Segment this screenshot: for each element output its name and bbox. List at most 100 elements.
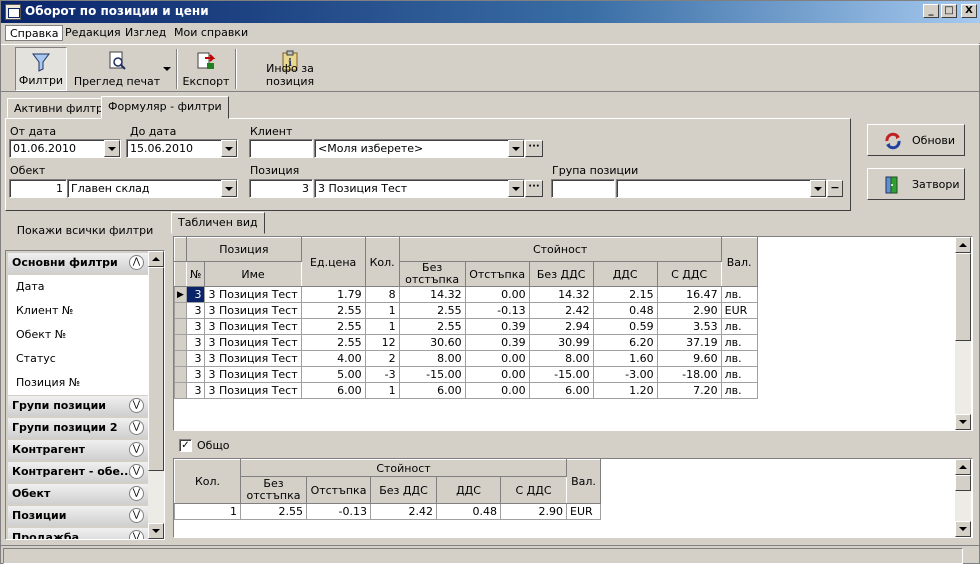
object-code-field[interactable]: 1 (9, 179, 67, 198)
position-select[interactable]: 3 Позиция Тест (314, 179, 525, 198)
totals-header-discount[interactable]: Отстъпка (306, 476, 371, 504)
row-indicator[interactable] (174, 366, 187, 383)
group-clear-button[interactable]: − (827, 180, 843, 197)
menu-view[interactable]: Изглед (121, 25, 170, 41)
row-indicator[interactable] (174, 350, 187, 367)
table-row[interactable]: 33 Позиция Тест 2.55 1 2.55 -0.13 2.42 0.48 2.9… (174, 302, 758, 319)
filter-tree-scrollbar[interactable] (148, 251, 164, 539)
scroll-up-arrow[interactable] (955, 237, 971, 253)
object-dropdown[interactable] (221, 180, 237, 197)
filter-group-contractor[interactable]: Контрагент ⋁ (8, 440, 148, 460)
table-row[interactable]: ▶ 3 3 Позиция Тест 1.79 8 14.32 0.00 14.32 2.15 1… (174, 286, 758, 303)
row-indicator[interactable] (174, 318, 187, 335)
close-button[interactable]: Затвори (867, 168, 965, 200)
totals-header-vat[interactable]: ДДС (436, 476, 501, 504)
table-row[interactable]: 33 Позиция Тест 2.55 1 2.55 0.39 2.94 0.59 3.53… (174, 318, 758, 335)
totals-header-with-vat[interactable]: С ДДС (500, 476, 567, 504)
chevron-down-icon[interactable]: ⋁ (129, 398, 144, 413)
totals-row[interactable]: 1 2.55 -0.13 2.42 0.48 2.90 EUR (174, 503, 601, 520)
scroll-thumb[interactable] (148, 267, 164, 471)
totals-header-currency[interactable]: Вал. (566, 459, 601, 504)
totals-header-qty[interactable]: Кол. (174, 459, 241, 504)
table-row[interactable]: 33 Позиция Тест 4.00 2 8.00 0.00 8.00 1.60 9.60… (174, 350, 758, 367)
filter-item-client-no[interactable]: Клиент № (8, 299, 148, 323)
object-select[interactable]: Главен склад (67, 179, 238, 198)
filter-group-main[interactable]: Основни филтри ⋀ (8, 253, 148, 273)
filters-button[interactable]: Филтри (15, 47, 67, 91)
row-indicator[interactable] (174, 302, 187, 319)
filter-group-position-groups-2[interactable]: Групи позиции 2 ⋁ (8, 418, 148, 438)
chevron-up-icon[interactable]: ⋀ (129, 255, 144, 270)
from-date-dropdown[interactable] (104, 140, 120, 157)
group-select[interactable] (616, 179, 827, 198)
client-code-field[interactable] (249, 139, 313, 158)
minimize-button[interactable]: _ (923, 4, 939, 18)
scroll-thumb[interactable] (955, 253, 971, 341)
show-all-filters-button[interactable]: Покажи всички филтри (5, 214, 165, 248)
to-date-dropdown[interactable] (221, 140, 237, 157)
table-row[interactable]: 33 Позиция Тест 6.00 1 6.00 0.00 6.00 1.20 7.20… (174, 382, 758, 399)
scroll-up-arrow[interactable] (955, 459, 971, 475)
tab-table-view[interactable]: Табличен вид (171, 212, 265, 234)
filter-group-object[interactable]: Обект ⋁ (8, 484, 148, 504)
header-no-vat[interactable]: Без ДДС (528, 261, 594, 287)
client-select[interactable]: <Моля изберете> (314, 139, 525, 158)
menu-my-reports[interactable]: Мои справки (170, 25, 252, 41)
group-dropdown[interactable] (810, 180, 826, 197)
print-dropdown-arrow[interactable] (161, 47, 173, 91)
header-unit-price[interactable]: Ед.цена (300, 237, 366, 287)
position-code-field[interactable]: 3 (249, 179, 313, 198)
filter-group-position-groups[interactable]: Групи позиции ⋁ (8, 396, 148, 416)
filter-item-date[interactable]: Дата (8, 275, 148, 299)
chevron-down-icon[interactable]: ⋁ (129, 420, 144, 435)
header-currency[interactable]: Вал. (720, 237, 758, 287)
filter-item-object-no[interactable]: Обект № (8, 323, 148, 347)
position-info-button[interactable]: i Инфо за позиция (241, 47, 339, 91)
maximize-button[interactable]: □ (941, 4, 957, 18)
totals-checkbox[interactable]: ✓ (179, 439, 192, 452)
client-dropdown[interactable] (508, 140, 524, 157)
chevron-down-icon[interactable]: ⋁ (129, 508, 144, 523)
row-indicator[interactable] (174, 382, 187, 399)
totals-header-no-discount[interactable]: Без отстъпка (240, 476, 307, 504)
header-with-vat[interactable]: С ДДС (656, 261, 722, 287)
header-name[interactable]: Име (204, 261, 302, 287)
group-code-field[interactable] (551, 179, 615, 198)
chevron-down-icon[interactable]: ⋁ (129, 530, 144, 539)
menu-report[interactable]: Справка (5, 25, 64, 41)
table-row[interactable]: 33 Позиция Тест 2.55 12 30.60 0.39 30.99 6.20 3… (174, 334, 758, 351)
refresh-button[interactable]: Обнови (867, 124, 965, 156)
header-no[interactable]: № (185, 261, 206, 287)
filter-item-position-no[interactable]: Позиция № (8, 371, 148, 395)
scroll-down-arrow[interactable] (955, 521, 971, 537)
table-row[interactable]: 33 Позиция Тест 5.00 -3 -15.00 0.00 -15.00 -3.… (174, 366, 758, 383)
header-position[interactable]: Позиция (186, 237, 302, 262)
menu-edit[interactable]: Редакция (61, 25, 125, 41)
close-window-button[interactable]: X (961, 4, 977, 18)
row-indicator[interactable] (174, 334, 187, 351)
export-button[interactable]: Експорт (181, 47, 231, 91)
filter-item-status[interactable]: Статус (8, 347, 148, 371)
tab-form-filters[interactable]: Формуляр - филтри (101, 96, 229, 119)
position-browse-button[interactable]: ··· (525, 180, 543, 197)
current-row-indicator-icon[interactable]: ▶ (174, 286, 187, 303)
scroll-down-arrow[interactable] (148, 523, 164, 539)
totals-scrollbar[interactable] (955, 459, 971, 537)
chevron-down-icon[interactable]: ⋁ (129, 486, 144, 501)
client-browse-button[interactable]: ··· (525, 140, 543, 157)
header-qty[interactable]: Кол. (364, 237, 400, 287)
filter-group-sale[interactable]: Продажба ⋁ (8, 528, 148, 539)
header-discount[interactable]: Отстъпка (464, 261, 530, 287)
header-vat[interactable]: ДДС (592, 261, 658, 287)
header-no-discount[interactable]: Без отстъпка (398, 261, 466, 287)
grid-scrollbar[interactable] (955, 237, 971, 430)
chevron-down-icon[interactable]: ⋁ (129, 464, 144, 479)
filter-group-contractor-object[interactable]: Контрагент - обе... ⋁ (8, 462, 148, 482)
filter-group-positions[interactable]: Позиции ⋁ (8, 506, 148, 526)
scroll-up-arrow[interactable] (148, 251, 164, 267)
scroll-down-arrow[interactable] (955, 414, 971, 430)
totals-header-no-vat[interactable]: Без ДДС (370, 476, 437, 504)
position-dropdown[interactable] (508, 180, 524, 197)
scroll-thumb[interactable] (955, 475, 971, 491)
chevron-down-icon[interactable]: ⋁ (129, 442, 144, 457)
